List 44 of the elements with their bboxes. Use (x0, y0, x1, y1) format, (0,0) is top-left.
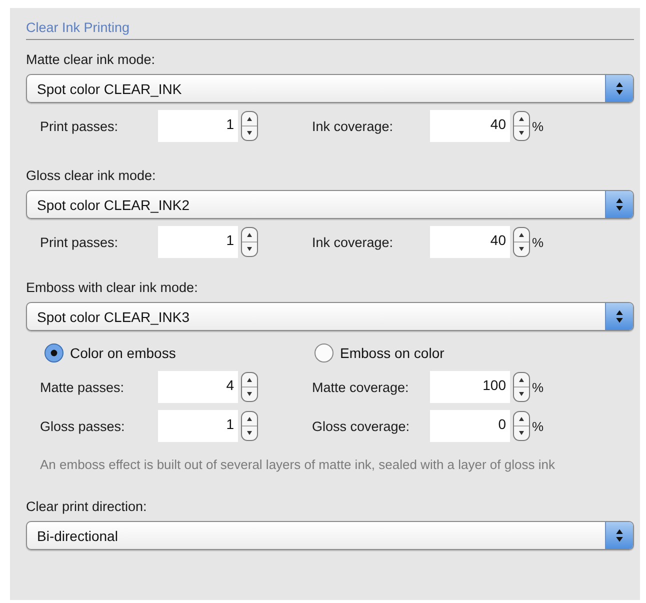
select-label: Clear print direction: (26, 499, 148, 514)
stepper[interactable] (513, 227, 530, 257)
unit-label: % (532, 118, 545, 134)
radio-option[interactable]: Color on emboss (44, 343, 314, 363)
number-field[interactable]: 40 (430, 110, 510, 142)
help-text: An emboss effect is built out of several layers of matte ink, sealed with a layer of gloss ink (39, 456, 556, 473)
number-field[interactable]: 1 (158, 410, 238, 442)
unit-label: % (532, 234, 545, 250)
stepper[interactable] (513, 372, 530, 402)
number-field[interactable]: 1 (158, 226, 238, 258)
radio-option[interactable]: Emboss on color (314, 343, 584, 363)
stepper[interactable] (241, 227, 258, 257)
section-title: Clear Ink Printing (26, 20, 634, 40)
field-label: Ink coverage: (312, 118, 394, 134)
field-label: Matte passes: (40, 380, 126, 394)
field-label: Print passes: (40, 118, 120, 134)
dropdown[interactable]: Bi-directional (26, 521, 634, 550)
number-field[interactable]: 40 (430, 226, 510, 258)
stepper[interactable] (513, 111, 530, 141)
field-label: Ink coverage: (312, 234, 394, 250)
dropdown-arrows-icon (605, 75, 633, 102)
field-label: Gloss coverage: (312, 418, 411, 434)
stepper[interactable] (241, 411, 258, 441)
stepper[interactable] (513, 411, 530, 441)
dropdown[interactable]: Spot color CLEAR_INK (26, 74, 634, 103)
number-field[interactable]: 0 (430, 410, 510, 442)
dropdown[interactable]: Spot color CLEAR_INK2 (26, 190, 634, 219)
dropdown-arrows-icon (605, 303, 633, 330)
field-label: Print passes: (40, 234, 120, 250)
number-field[interactable]: 4 (158, 371, 238, 403)
select-label: Emboss with clear ink mode: (26, 280, 199, 295)
select-label: Gloss clear ink mode: (26, 168, 157, 183)
number-field[interactable]: 100 (430, 371, 510, 403)
dropdown-arrows-icon (605, 522, 633, 549)
dropdown[interactable]: Spot color CLEAR_INK3 (26, 302, 634, 331)
unit-label: % (532, 380, 545, 394)
dropdown-arrows-icon (605, 191, 633, 218)
unit-label: % (532, 418, 545, 434)
select-label: Matte clear ink mode: (26, 52, 156, 67)
number-field[interactable]: 1 (158, 110, 238, 142)
stepper[interactable] (241, 372, 258, 402)
field-label: Matte coverage: (312, 380, 410, 394)
field-label: Gloss passes: (40, 418, 126, 434)
stepper[interactable] (241, 111, 258, 141)
